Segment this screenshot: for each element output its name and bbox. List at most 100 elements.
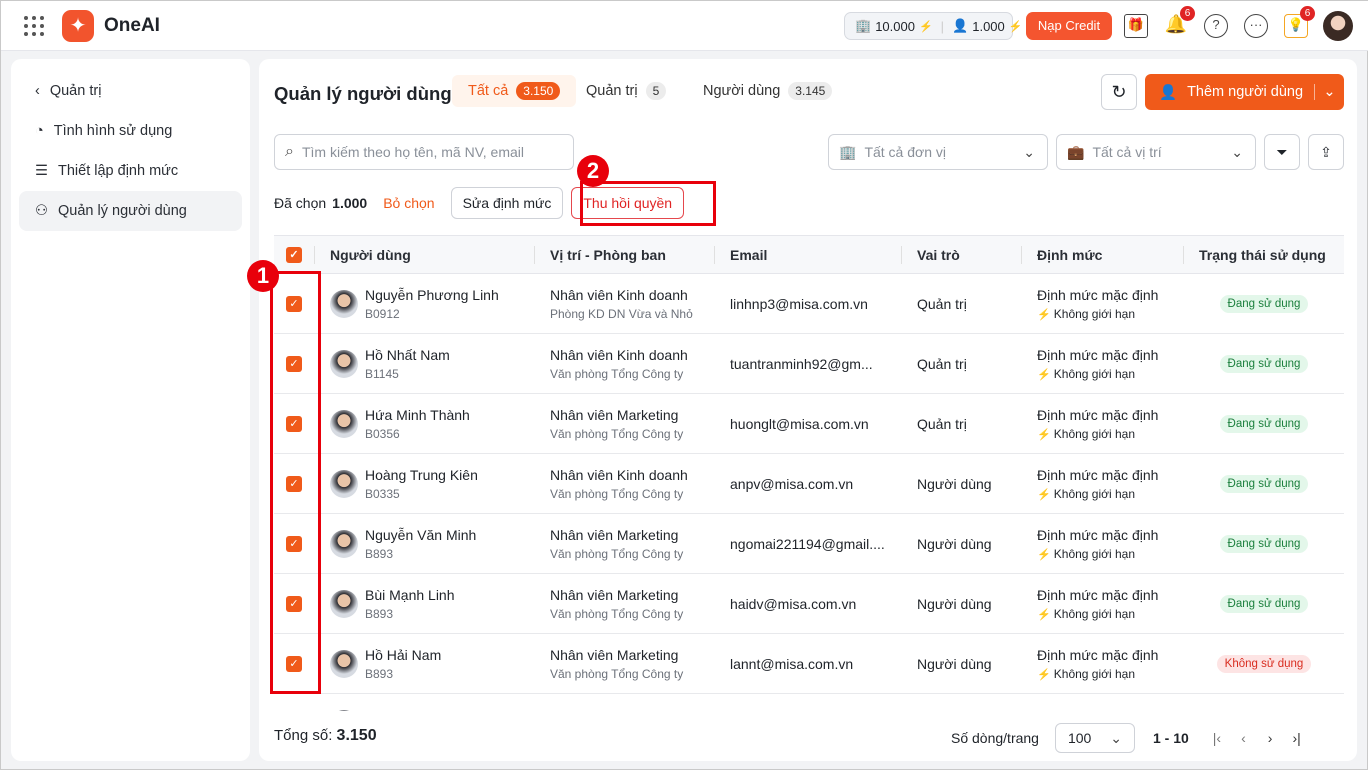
table-row[interactable]: ✓ Nguyễn Văn Minh Nhân viên Marketing Định … xyxy=(274,694,1344,711)
user-cell: Hứa Minh Thành B0356 xyxy=(330,394,470,453)
table-row[interactable]: ✓ Hoàng Trung Kiên B0335 Nhân viên Kinh doa… xyxy=(274,454,1344,514)
role-cell: Người dùng xyxy=(917,514,992,573)
sidebar-item-users[interactable]: ⚇ Quản lý người dùng xyxy=(19,191,242,231)
credit-balance[interactable]: 🏢 10.000 ⚡ | 👤 1.000 ⚡ xyxy=(844,12,1022,40)
user-info: Nguyễn Phương Linh B0912 xyxy=(365,287,499,321)
notification-badge: 6 xyxy=(1180,6,1195,21)
role: Quản trị xyxy=(917,415,967,432)
user-cell: Bùi Mạnh Linh B893 xyxy=(330,574,455,633)
gift-icon[interactable]: 🎁 xyxy=(1124,14,1148,38)
table-row[interactable]: ✓ Hồ Hải Nam B893 Nhân viên Marketing Văn ph… xyxy=(274,634,1344,694)
app-grid-icon[interactable] xyxy=(24,15,44,36)
column-header-status[interactable]: Trạng thái sử dụng xyxy=(1199,236,1326,273)
department: Văn phòng Tổng Công ty xyxy=(550,546,684,561)
filter-button[interactable]: ⏷ xyxy=(1264,134,1300,170)
unit-filter-value: Tất cả đơn vị xyxy=(864,144,946,160)
deselect-link[interactable]: Bỏ chọn xyxy=(383,195,434,211)
employee-code: B0335 xyxy=(365,486,400,501)
search-input[interactable]: ⌕ Tìm kiếm theo họ tên, mã NV, email xyxy=(274,134,574,170)
selected-label: Đã chọn xyxy=(274,195,327,211)
status-cell: Đang sử dụng xyxy=(1199,394,1329,453)
help-icon[interactable]: ? xyxy=(1204,14,1228,38)
column-header-user[interactable]: Người dùng xyxy=(330,236,411,273)
add-user-button[interactable]: 👤 Thêm người dùng ⌄ xyxy=(1145,74,1344,110)
role: Quản trị xyxy=(917,295,967,312)
tab-all[interactable]: Tất cả 3.150 xyxy=(452,75,577,107)
tab-admin[interactable]: Quản trị 5 xyxy=(570,75,682,107)
user-info: Hồ Hải Nam B893 xyxy=(365,647,441,681)
department: Văn phòng Tổng Công ty xyxy=(550,606,684,621)
divider xyxy=(534,246,535,264)
page-range: 1 - 10 xyxy=(1152,730,1189,746)
table-row[interactable]: ✓ Nguyễn Văn Minh B893 Nhân viên Marketing V… xyxy=(274,514,1344,574)
quota-name: Định mức mặc định xyxy=(1037,466,1159,483)
user-icon: 👤 xyxy=(952,18,969,33)
top-bar: ✦ OneAI 🏢 10.000 ⚡ | 👤 1.000 ⚡ Nạp Credit 🎁 … xyxy=(1,1,1368,51)
annotation-box-1 xyxy=(270,271,321,694)
column-header-role[interactable]: Vai trò xyxy=(917,236,960,273)
position-filter[interactable]: 💼 Tất cả vị trí ⌄ xyxy=(1056,134,1256,170)
user-name: Hồ Hải Nam xyxy=(365,646,442,663)
select-all-checkbox[interactable]: ✓ xyxy=(286,246,302,263)
unit-filter[interactable]: 🏢 Tất cả đơn vị ⌄ xyxy=(828,134,1048,170)
building-icon: 🏢 xyxy=(839,143,857,160)
sidebar-back[interactable]: ‹ Quản trị xyxy=(19,71,242,111)
table-row[interactable]: ✓ Bùi Mạnh Linh B893 Nhân viên Marketing Văn… xyxy=(274,574,1344,634)
selected-count: 1.000 xyxy=(332,195,368,211)
pagination: Số dòng/trang 100 ⌄ 1 - 10 |‹ ‹ › ›| xyxy=(951,723,1301,753)
briefcase-icon: 💼 xyxy=(1067,143,1085,160)
refresh-button[interactable]: ↻ xyxy=(1101,74,1137,110)
table-row[interactable]: ✓ Nguyễn Phương Linh B0912 Nhân viên Kinh d… xyxy=(274,274,1344,334)
user-avatar xyxy=(330,709,358,711)
prev-page-icon[interactable]: ‹ xyxy=(1241,730,1246,746)
next-page-icon[interactable]: › xyxy=(1268,730,1273,746)
table-header: ✓ Người dùng Vị trí - Phòng ban Email Va… xyxy=(274,235,1344,274)
topup-credit-button[interactable]: Nạp Credit xyxy=(1026,12,1112,40)
oneai-logo-icon: ✦ xyxy=(62,9,94,42)
department: Văn phòng Tổng Công ty xyxy=(550,426,684,441)
user-avatar xyxy=(330,589,358,618)
upload-icon: ⇪ xyxy=(1320,143,1332,160)
table-body: ✓ Nguyễn Phương Linh B0912 Nhân viên Kinh d… xyxy=(259,274,1357,711)
tab-label: Quản trị xyxy=(586,83,638,99)
role: Người dùng xyxy=(917,475,992,492)
role-cell: Người dùng xyxy=(917,574,992,633)
total-value: 3.150 xyxy=(336,727,377,744)
table-row[interactable]: ✓ Hứa Minh Thành B0356 Nhân viên Marketing V… xyxy=(274,394,1344,454)
status-cell: Không sử dụng xyxy=(1199,634,1329,693)
column-header-quota[interactable]: Định mức xyxy=(1037,236,1102,273)
sidebar-item-quota[interactable]: ☰ Thiết lập định mức xyxy=(19,151,242,191)
divider xyxy=(1183,246,1184,264)
user-avatar[interactable] xyxy=(1323,11,1353,41)
employee-code: B0356 xyxy=(365,426,400,441)
bolt-icon: ⚡ xyxy=(1037,368,1054,381)
column-header-email[interactable]: Email xyxy=(730,236,767,273)
email-cell: tuantranminh92@gm... xyxy=(730,334,873,393)
export-button[interactable]: ⇪ xyxy=(1308,134,1344,170)
last-page-icon[interactable]: ›| xyxy=(1292,730,1300,746)
sidebar-item-usage[interactable]: ◔ Tình hình sử dụng xyxy=(19,111,242,151)
employee-code: B1145 xyxy=(365,366,399,381)
user-cell: Hoàng Trung Kiên B0335 xyxy=(330,454,478,513)
quota-name: Định mức mặc định xyxy=(1037,586,1159,603)
role: Người dùng xyxy=(917,535,992,552)
edit-quota-button[interactable]: Sửa định mức xyxy=(450,187,564,219)
table-row[interactable]: ✓ Hồ Nhất Nam B1145 Nhân viên Kinh doanh Văn… xyxy=(274,334,1344,394)
tab-users[interactable]: Người dùng 3.145 xyxy=(687,75,848,107)
database-icon: ☰ xyxy=(35,163,48,179)
building-icon: 🏢 xyxy=(855,18,872,33)
quota-cell: Định mức mặc định ⚡ Không giới hạn xyxy=(1037,454,1158,513)
rows-per-page-select[interactable]: 100 ⌄ xyxy=(1054,723,1135,753)
position: Nhân viên Marketing xyxy=(550,586,679,603)
app-name: OneAI xyxy=(104,14,160,36)
column-header-position[interactable]: Vị trí - Phòng ban xyxy=(550,236,666,273)
quota-cell: Định mức mặc định xyxy=(1037,694,1158,711)
quota-limit: ⚡ Không giới hạn xyxy=(1037,427,1158,441)
annotation-marker-1: 1 xyxy=(247,260,279,292)
chevron-down-icon[interactable]: ⌄ xyxy=(1314,84,1344,100)
position-cell: Nhân viên Marketing Văn phòng Tổng Công t… xyxy=(550,514,683,573)
first-page-icon[interactable]: |‹ xyxy=(1213,730,1221,746)
user-avatar xyxy=(330,289,358,318)
position-cell: Nhân viên Marketing Văn phòng Tổng Công t… xyxy=(550,634,683,693)
more-icon[interactable]: ··· xyxy=(1244,14,1268,38)
